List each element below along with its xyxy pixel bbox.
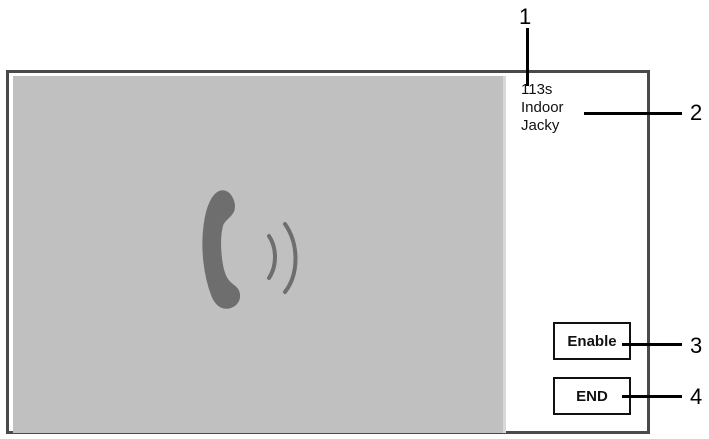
end-call-button[interactable]: END [553, 377, 631, 415]
callout-line-3 [622, 343, 682, 346]
caller-name: Jacky [521, 117, 560, 134]
call-location: Indoor [521, 99, 564, 116]
phone-ringing-icon [202, 190, 298, 309]
callout-number-4: 4 [690, 384, 703, 409]
enable-button[interactable]: Enable [553, 322, 631, 360]
intercom-screen: 113s Indoor Jacky Enable END [6, 70, 650, 434]
callout-line-1 [526, 28, 529, 86]
call-info-panel: 113s Indoor Jacky Enable END [506, 73, 647, 431]
callout-line-4 [622, 395, 682, 398]
callout-number-2: 2 [690, 100, 703, 125]
callout-line-2 [584, 112, 682, 115]
callout-number-3: 3 [690, 333, 703, 358]
video-preview-area [13, 76, 506, 433]
callout-number-1: 1 [519, 4, 532, 29]
